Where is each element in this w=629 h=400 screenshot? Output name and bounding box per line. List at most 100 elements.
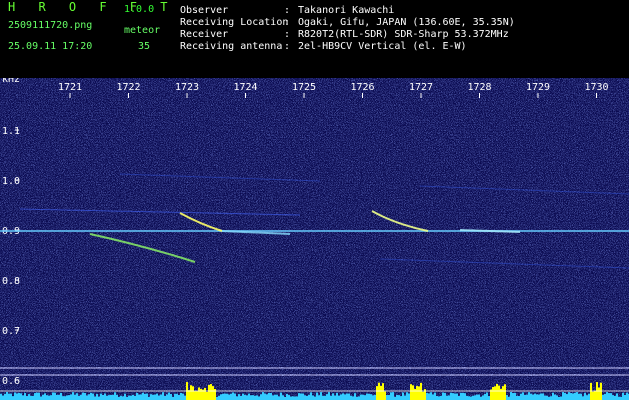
- level-bar: [454, 393, 456, 400]
- level-bar: [188, 390, 190, 400]
- level-bar: [248, 393, 250, 400]
- level-bar: [228, 394, 230, 400]
- level-bar: [90, 392, 92, 400]
- level-bar: [456, 393, 458, 400]
- level-bar: [504, 384, 506, 400]
- level-bar: [30, 395, 32, 400]
- level-bar: [536, 394, 538, 400]
- level-bar: [128, 395, 130, 400]
- level-bar: [328, 392, 330, 400]
- level-bar: [358, 396, 360, 400]
- level-bar: [326, 394, 328, 400]
- level-bar: [306, 395, 308, 400]
- level-bar: [18, 392, 20, 400]
- level-bar: [224, 393, 226, 400]
- level-bar: [386, 394, 388, 400]
- level-bar: [384, 391, 386, 400]
- level-bar: [16, 393, 18, 400]
- level-bar: [36, 392, 38, 400]
- level-bar: [518, 396, 520, 400]
- level-bar: [272, 395, 274, 400]
- level-bar: [390, 392, 392, 400]
- level-bar: [60, 392, 62, 400]
- level-bar: [432, 394, 434, 400]
- y-axis-unit: kHz: [2, 78, 20, 85]
- level-bar: [404, 395, 406, 400]
- level-bar: [276, 394, 278, 400]
- level-bar: [322, 395, 324, 400]
- level-bar: [462, 392, 464, 400]
- meteor-count-label: meteor: [124, 25, 161, 36]
- level-bar: [274, 394, 276, 400]
- level-bar: [318, 395, 320, 400]
- level-bar: [522, 392, 524, 400]
- level-bar: [612, 395, 614, 400]
- level-bar: [246, 395, 248, 400]
- level-bar: [138, 394, 140, 400]
- level-bar: [316, 392, 318, 400]
- level-bar: [168, 392, 170, 400]
- level-bar: [388, 395, 390, 400]
- level-bar: [532, 394, 534, 400]
- level-bar: [320, 392, 322, 400]
- level-bar: [520, 393, 522, 400]
- level-bar: [244, 394, 246, 400]
- level-bar: [584, 393, 586, 400]
- level-bar: [392, 392, 394, 400]
- level-bar: [20, 393, 22, 400]
- level-bar: [468, 396, 470, 400]
- level-bar: [510, 392, 512, 400]
- level-bar: [162, 392, 164, 400]
- level-bar: [396, 394, 398, 400]
- level-bar: [42, 394, 44, 400]
- level-bar: [232, 392, 234, 400]
- level-bar: [484, 393, 486, 400]
- level-bar: [464, 393, 466, 400]
- level-bar: [78, 395, 80, 400]
- level-bar: [302, 393, 304, 400]
- level-bar: [88, 394, 90, 400]
- level-bar: [154, 394, 156, 400]
- level-bar: [466, 395, 468, 400]
- level-bar: [478, 394, 480, 400]
- x-tick-label: 1724: [233, 82, 257, 93]
- level-bar: [576, 392, 578, 400]
- x-tick-label: 1727: [409, 82, 433, 93]
- level-bar: [210, 384, 212, 400]
- observation-datetime: 25.09.11 17:20: [8, 41, 93, 52]
- level-bar: [380, 385, 382, 400]
- level-bar: [62, 396, 64, 400]
- x-tick-label: 1721: [58, 82, 82, 93]
- level-bar: [80, 394, 82, 400]
- level-bar: [578, 393, 580, 400]
- level-bar: [486, 392, 488, 400]
- level-bar: [170, 393, 172, 400]
- antenna-value: 2el-HB9CV Vertical (el. E-W): [298, 41, 467, 52]
- level-bar: [446, 395, 448, 400]
- level-bar: [398, 395, 400, 400]
- level-bar: [212, 386, 214, 400]
- level-bar: [444, 393, 446, 400]
- level-bar: [442, 392, 444, 400]
- level-bar: [430, 392, 432, 400]
- level-bar: [598, 387, 600, 400]
- level-bar: [64, 396, 66, 400]
- level-bar: [594, 390, 596, 400]
- level-bar: [120, 395, 122, 400]
- spectrogram: kHz 1721 1722 1723 1724 1725 1726 1727 1728 1729…: [0, 78, 629, 400]
- file-name: 2509111720.png: [8, 20, 93, 31]
- level-bar: [614, 395, 616, 400]
- level-bar: [156, 393, 158, 400]
- level-bar: [418, 386, 420, 400]
- header-panel: H R O F F T 1.0.0 2509111720.png meteor …: [0, 0, 629, 78]
- level-bar: [56, 394, 58, 400]
- level-bar: [12, 396, 14, 400]
- receiver-separator: :: [284, 29, 291, 40]
- level-bar: [286, 393, 288, 400]
- level-bar: [208, 384, 210, 400]
- level-bar: [372, 395, 374, 400]
- level-bar: [448, 395, 450, 400]
- level-bar: [452, 393, 454, 400]
- level-bar: [292, 396, 294, 400]
- level-bar: [270, 392, 272, 400]
